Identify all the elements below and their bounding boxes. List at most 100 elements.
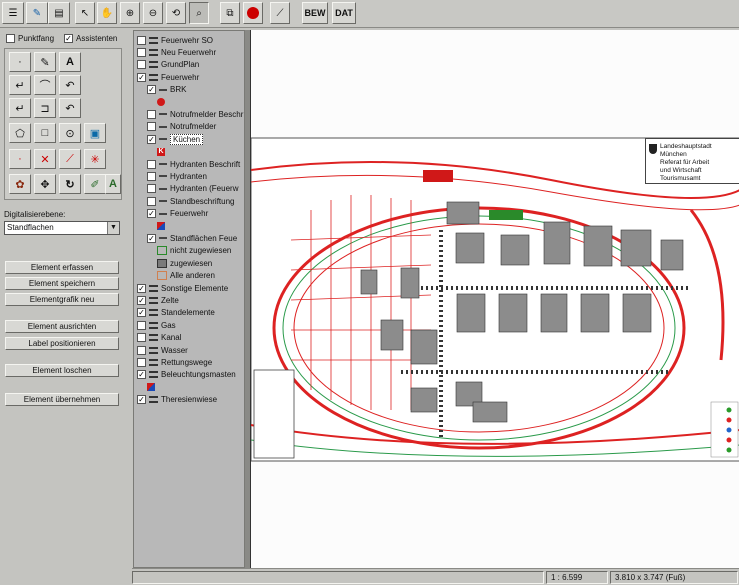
point-tool-icon[interactable]: · — [9, 52, 31, 72]
layer-checkbox[interactable] — [147, 122, 156, 132]
pen-tool-icon[interactable]: ✎ — [34, 52, 56, 72]
layer-item[interactable]: Alle anderen — [157, 270, 215, 282]
layer-checkbox[interactable] — [137, 345, 146, 355]
rotate-icon[interactable]: ↻ — [59, 174, 81, 194]
bew-button[interactable]: BEW — [302, 2, 328, 24]
polyline-tool-icon[interactable]: ⊐ — [34, 98, 56, 118]
chevron-down-icon[interactable]: ▼ — [107, 222, 119, 234]
rectangle-tool-icon[interactable]: □ — [34, 123, 56, 143]
elementgrafik-neu-button[interactable]: Elementgrafik neu — [5, 293, 119, 306]
layer-item[interactable] — [157, 96, 165, 108]
layer-item[interactable]: ✓ Küchen — [147, 133, 204, 145]
zoom-window-icon[interactable]: ⌕ — [189, 2, 209, 24]
edit-tool-icon[interactable]: ⌒ — [34, 75, 56, 95]
layer-checkbox[interactable] — [137, 60, 146, 70]
zoom-icon[interactable]: ⊕ — [120, 2, 140, 24]
layer-checkbox[interactable]: ✓ — [137, 308, 146, 318]
layer-checkbox[interactable] — [137, 357, 146, 367]
label-positionieren-button[interactable]: Label positionieren — [5, 337, 119, 350]
layer-item[interactable]: Neu Feuerwehr — [137, 46, 216, 58]
layer-checkbox[interactable] — [147, 171, 156, 181]
element-ausrichten-button[interactable]: Element ausrichten — [5, 320, 119, 333]
fill-tool-icon[interactable]: ▣ — [84, 123, 106, 143]
layer-item[interactable]: Hydranten (Feuerw — [147, 183, 238, 195]
element-ubernehmen-button[interactable]: Element übernehmen — [5, 393, 119, 406]
layer-checkbox[interactable]: ✓ — [147, 209, 156, 219]
assistenten-checkbox[interactable]: ✓ Assistenten — [64, 34, 117, 43]
layer-checkbox[interactable]: ✓ — [147, 85, 156, 95]
element-speichern-button[interactable]: Element speichern — [5, 277, 119, 290]
element-loschen-button[interactable]: Element loschen — [5, 364, 119, 377]
layer-checkbox[interactable] — [137, 35, 146, 45]
stop-icon[interactable] — [243, 2, 263, 24]
curve-tool-icon[interactable]: ↶ — [59, 98, 81, 118]
punktfang-checkbox[interactable]: Punktfang — [6, 34, 54, 43]
pencil-edit-icon[interactable]: ✐ — [84, 174, 106, 194]
text-tool-icon[interactable]: A — [59, 52, 81, 72]
layer-item[interactable] — [147, 381, 155, 393]
layer-checkbox[interactable]: ✓ — [147, 134, 156, 144]
text-edit-icon[interactable]: A — [105, 174, 121, 194]
layer-item[interactable]: ✓ Standelemente — [137, 307, 215, 319]
element-erfassen-button[interactable]: Element erfassen — [5, 261, 119, 274]
layer-item[interactable]: Standbeschriftung — [147, 195, 235, 207]
point-red-icon[interactable]: · — [9, 149, 31, 169]
arc-tool-icon[interactable]: ↵ — [9, 98, 31, 118]
layer-checkbox[interactable] — [147, 196, 156, 206]
pointer-icon[interactable]: ↖ — [75, 2, 95, 24]
layer-checkbox[interactable] — [137, 333, 146, 343]
line-red-icon[interactable]: ⟋ — [59, 149, 81, 169]
dat-button[interactable]: DAT — [332, 2, 356, 24]
layer-item[interactable]: Wasser — [137, 344, 188, 356]
layer-item[interactable]: ✓ BRK — [147, 84, 186, 96]
layer-item[interactable]: ✓ Sonstige Elemente — [137, 282, 228, 294]
line-tool-icon[interactable]: ⟋ — [270, 2, 290, 24]
polygon-tool-icon[interactable]: ⬠ — [9, 123, 31, 143]
layer-item[interactable]: ✓ Zelte — [137, 294, 179, 306]
layer-item[interactable]: K — [157, 146, 165, 158]
draw-icon[interactable]: ✎ — [26, 2, 48, 24]
delete-x-icon[interactable]: ✕ — [34, 149, 56, 169]
layer-checkbox[interactable] — [147, 184, 156, 194]
layer-item[interactable]: Notrufmelder Beschr — [147, 108, 243, 120]
punktfang-box[interactable] — [6, 34, 15, 43]
zoom-back-icon[interactable]: ⟲ — [166, 2, 186, 24]
layer-item[interactable] — [157, 220, 165, 232]
menu-icon[interactable]: ☰ — [2, 2, 24, 24]
palette-icon[interactable]: ✿ — [9, 174, 31, 194]
move-icon[interactable]: ✥ — [34, 174, 56, 194]
print-icon[interactable]: ▤ — [48, 2, 70, 24]
cross-red-icon[interactable]: ✳ — [84, 149, 106, 169]
layer-checkbox[interactable] — [147, 109, 156, 119]
layer-item[interactable]: ✓ Feuerwehr — [137, 71, 199, 83]
return-tool-icon[interactable]: ↵ — [9, 75, 31, 95]
layer-item[interactable]: ✓ Standflächen Feue — [147, 232, 237, 244]
layer-item[interactable]: Hydranten Beschrift — [147, 158, 240, 170]
circle-tool-icon[interactable]: ⊙ — [59, 123, 81, 143]
layer-item[interactable]: nicht zugewiesen — [157, 245, 231, 257]
layer-item[interactable]: Feuerwehr SO — [137, 34, 213, 46]
copy-icon[interactable]: ⧉ — [220, 2, 240, 24]
digitize-select[interactable]: Standflachen ▼ — [4, 221, 120, 235]
layer-item[interactable]: ✓ Theresienwiese — [137, 394, 217, 406]
layer-item[interactable]: Hydranten — [147, 170, 207, 182]
layer-item[interactable]: GrundPlan — [137, 59, 199, 71]
layer-checkbox[interactable]: ✓ — [137, 370, 146, 380]
layer-item[interactable]: zugewiesen — [157, 257, 212, 269]
assistenten-box[interactable]: ✓ — [64, 34, 73, 43]
undo-tool-icon[interactable]: ↶ — [59, 75, 81, 95]
layer-item[interactable]: Notrufmelder — [147, 121, 216, 133]
layer-item[interactable]: ✓ Feuerwehr — [147, 208, 208, 220]
zoom-out-icon[interactable]: ⊖ — [143, 2, 163, 24]
layer-checkbox[interactable]: ✓ — [137, 72, 146, 82]
layer-item[interactable]: ✓ Beleuchtungsmasten — [137, 369, 236, 381]
layer-checkbox[interactable] — [137, 47, 146, 57]
layer-checkbox[interactable] — [147, 159, 156, 169]
layer-checkbox[interactable]: ✓ — [137, 295, 146, 305]
layer-checkbox[interactable]: ✓ — [137, 283, 146, 293]
layer-item[interactable]: Rettungswege — [137, 356, 212, 368]
layer-checkbox[interactable]: ✓ — [147, 233, 156, 243]
hand-icon[interactable]: ✋ — [97, 2, 117, 24]
layer-item[interactable]: Kanal — [137, 332, 181, 344]
layer-checkbox[interactable]: ✓ — [137, 395, 146, 405]
